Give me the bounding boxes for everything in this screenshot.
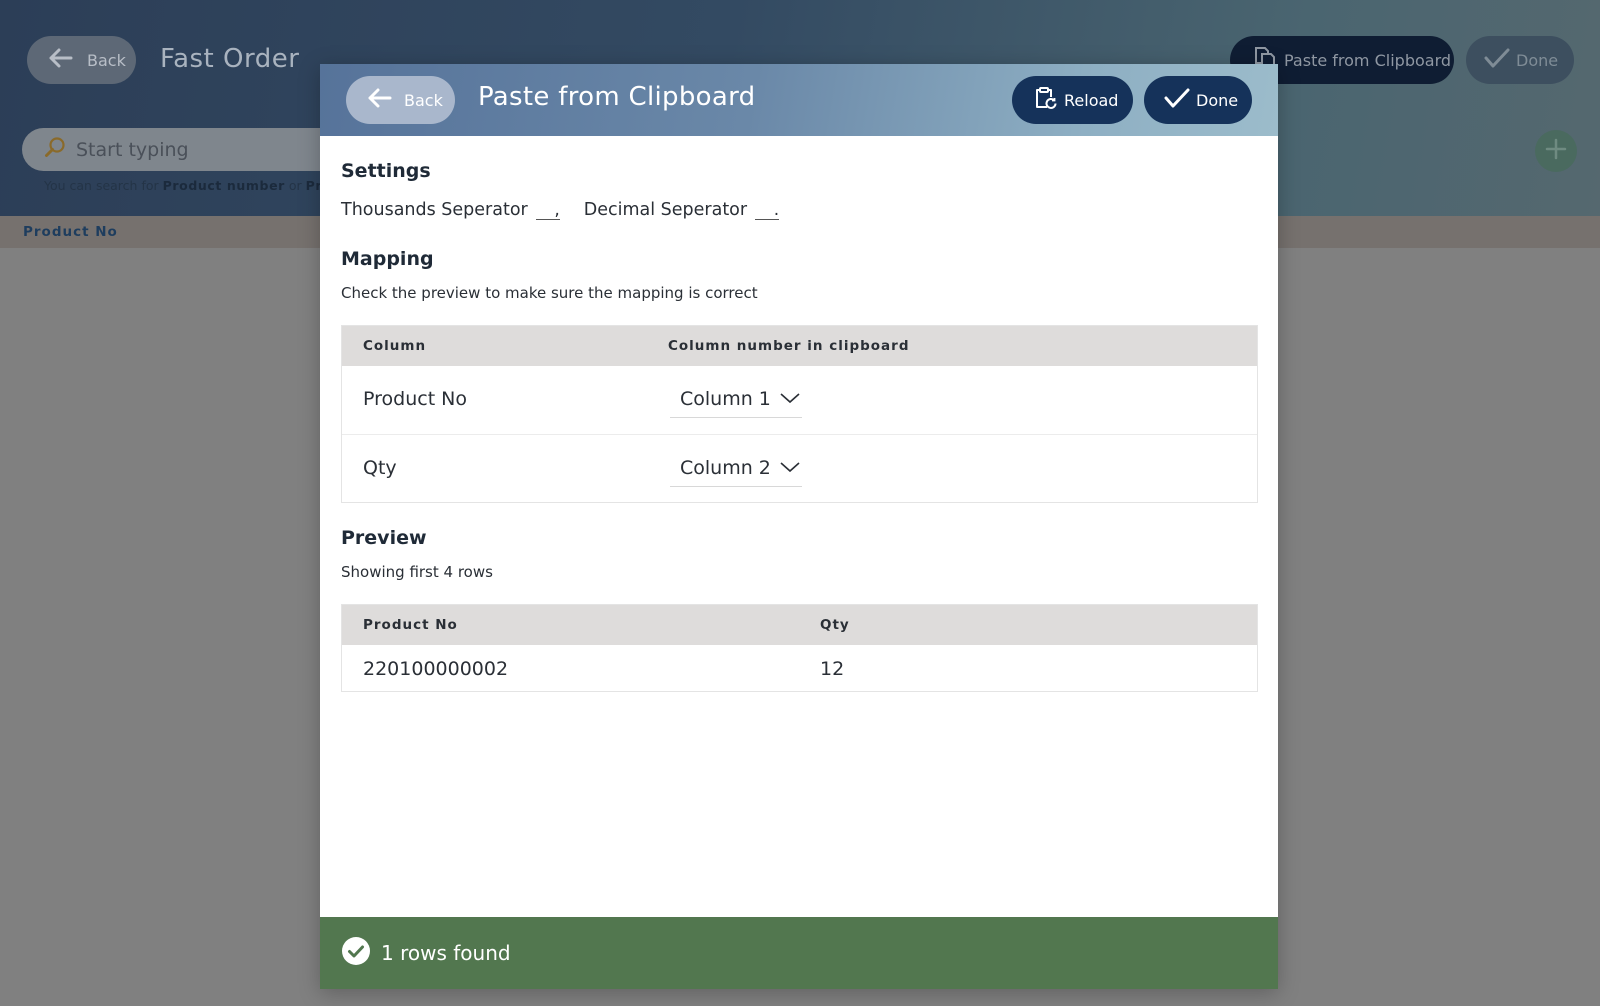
dialog-header: Back Paste from Clipboard Reload Done xyxy=(320,64,1278,136)
back-button-label: Back xyxy=(404,90,443,110)
hint-text: You can search for xyxy=(44,178,163,193)
hint-bold-product-number: Product number xyxy=(162,178,285,193)
preview-table: Product No Qty 220100000002 12 xyxy=(341,604,1258,692)
preview-heading: Preview xyxy=(341,527,427,549)
checkmark-icon xyxy=(1164,87,1190,113)
checkmark-icon xyxy=(1484,47,1510,73)
clipboard-reload-icon xyxy=(1032,85,1058,115)
mapping-heading: Mapping xyxy=(341,248,434,270)
chevron-down-icon xyxy=(779,388,801,410)
paste-from-clipboard-dialog: Back Paste from Clipboard Reload Done Se… xyxy=(320,64,1278,989)
background-back-label: Back xyxy=(87,50,126,70)
background-add-button xyxy=(1535,130,1577,172)
background-search-placeholder: Start typing xyxy=(76,138,189,161)
search-icon xyxy=(44,136,66,163)
background-search-hint: You can search for Product number or Pro xyxy=(44,178,331,193)
decimal-separator-input[interactable]: . xyxy=(755,202,780,220)
mapping-row-qty: Qty Column 2 xyxy=(342,435,1257,504)
thousands-separator-label: Thousands Seperator xyxy=(341,200,528,220)
background-column-product-no: Product No xyxy=(23,224,118,240)
background-search-input: Start typing xyxy=(22,128,342,171)
status-bar: 1 rows found xyxy=(320,917,1278,989)
header-column-number: Column number in clipboard xyxy=(668,338,910,354)
background-page-title: Fast Order xyxy=(160,44,300,74)
preview-subtitle: Showing first 4 rows xyxy=(341,563,493,581)
mapping-subtitle: Check the preview to make sure the mappi… xyxy=(341,284,758,302)
separator-settings: Thousands Seperator , Decimal Seperator … xyxy=(341,200,780,220)
column-select-product-no[interactable]: Column 1 xyxy=(670,380,802,418)
mapping-table: Column Column number in clipboard Produc… xyxy=(341,325,1258,503)
reload-button[interactable]: Reload xyxy=(1012,76,1133,124)
check-circle-icon xyxy=(341,936,371,971)
preview-table-header: Product No Qty xyxy=(342,605,1257,645)
cell-product-no: 220100000002 xyxy=(363,658,509,680)
background-done-button: Done xyxy=(1466,36,1574,84)
mapping-column-label: Product No xyxy=(363,388,468,410)
table-row: 220100000002 12 xyxy=(342,645,1257,692)
select-value: Column 1 xyxy=(680,387,771,410)
background-paste-label: Paste from Clipboard xyxy=(1284,50,1452,70)
mapping-table-header: Column Column number in clipboard xyxy=(342,326,1257,366)
chevron-down-icon xyxy=(779,457,801,479)
thousands-separator-input[interactable]: , xyxy=(535,202,560,220)
arrow-left-icon xyxy=(366,87,392,113)
plus-icon xyxy=(1544,137,1568,165)
select-value: Column 2 xyxy=(680,456,771,479)
settings-heading: Settings xyxy=(341,160,431,182)
back-button[interactable]: Back xyxy=(346,76,455,124)
status-text: 1 rows found xyxy=(381,941,511,965)
cell-qty: 12 xyxy=(820,658,845,680)
background-done-label: Done xyxy=(1516,50,1559,70)
header-column: Column xyxy=(363,338,427,354)
hint-text-or: or xyxy=(284,178,306,193)
arrow-left-icon xyxy=(47,47,73,73)
dialog-title: Paste from Clipboard xyxy=(478,82,756,112)
reload-button-label: Reload xyxy=(1064,90,1119,110)
mapping-column-label: Qty xyxy=(363,457,397,479)
column-select-qty[interactable]: Column 2 xyxy=(670,449,802,487)
decimal-separator-label: Decimal Seperator xyxy=(583,200,748,220)
done-button-label: Done xyxy=(1196,90,1239,110)
header-qty: Qty xyxy=(820,617,850,633)
header-product-no: Product No xyxy=(363,617,458,633)
done-button[interactable]: Done xyxy=(1144,76,1252,124)
background-back-button: Back xyxy=(27,36,136,84)
mapping-row-product-no: Product No Column 1 xyxy=(342,366,1257,435)
